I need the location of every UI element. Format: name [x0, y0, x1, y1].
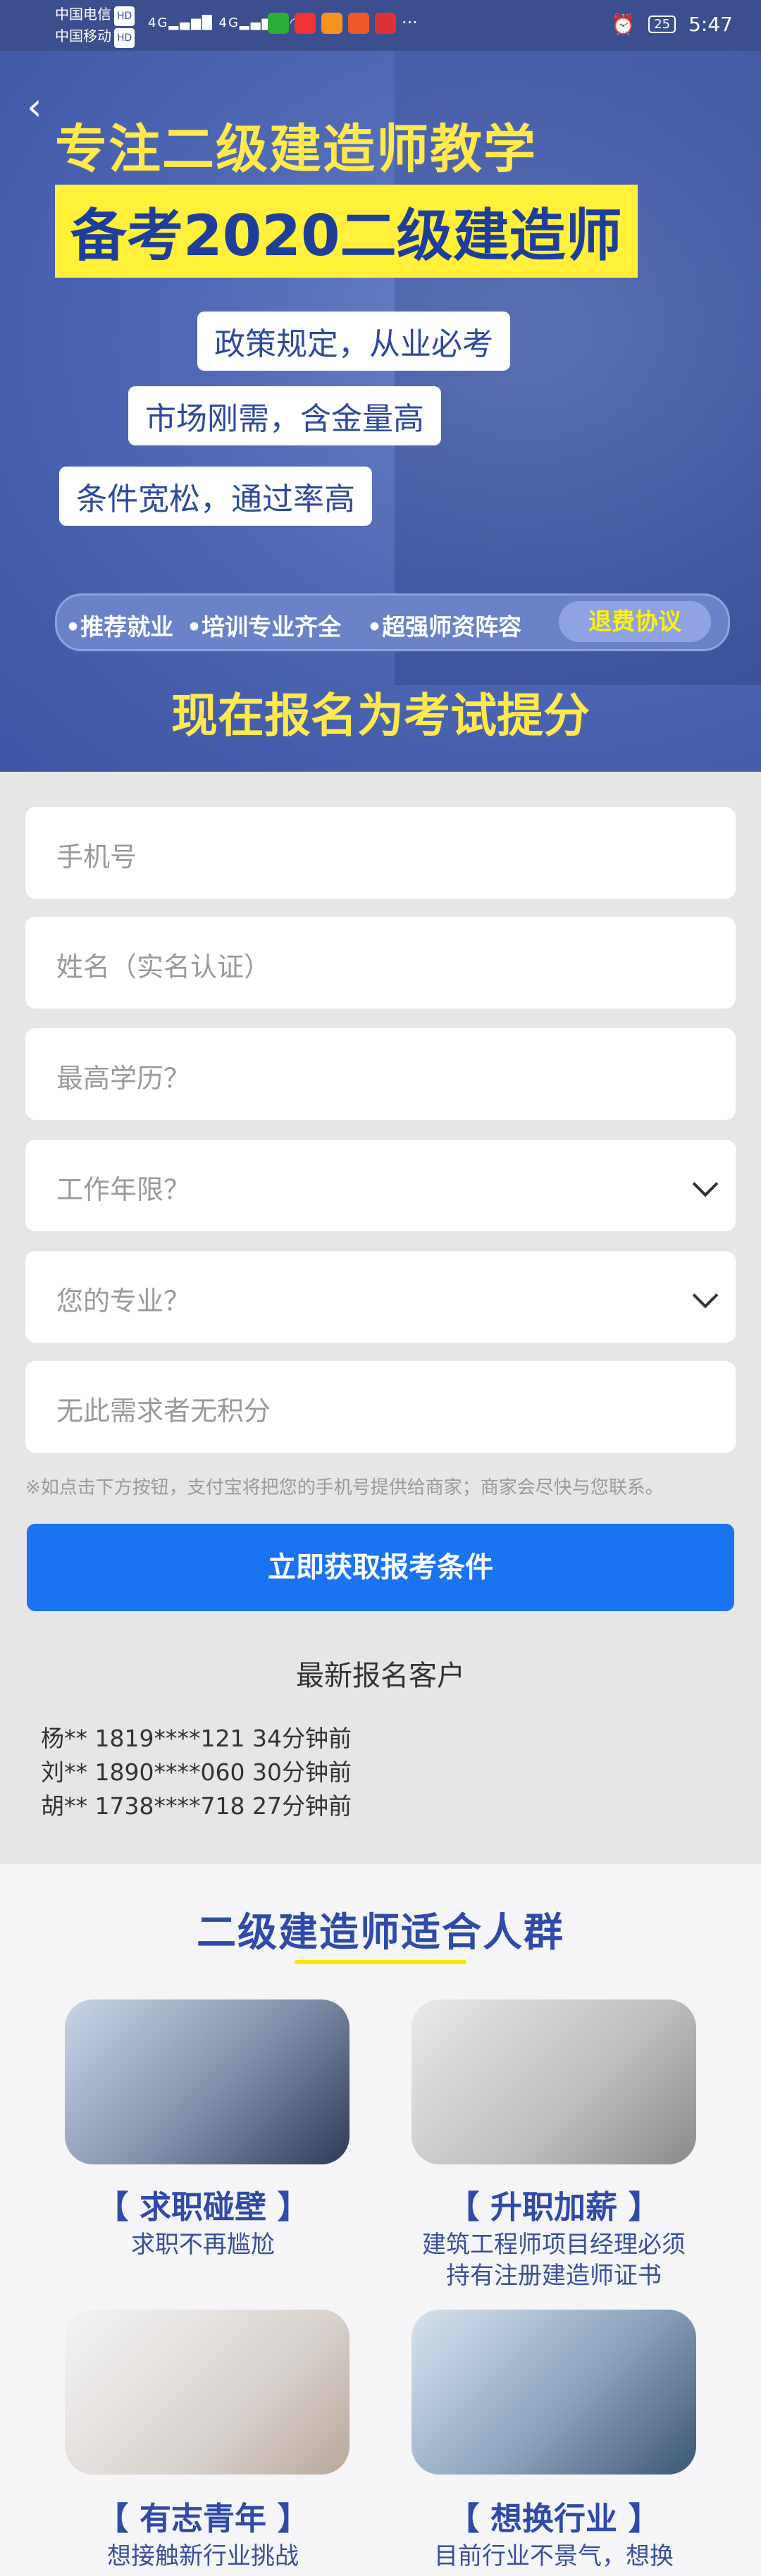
alarm-icon: ⏰: [611, 13, 636, 36]
name-field[interactable]: 姓名（实名认证）: [25, 917, 736, 1009]
education-field[interactable]: 最高学历？: [25, 1028, 736, 1120]
card-title: 【 升职加薪 】: [447, 2188, 660, 2226]
remark-field[interactable]: 无此需求者无积分: [25, 1361, 736, 1453]
work-years-select[interactable]: 工作年限？: [25, 1140, 736, 1231]
tag-condition: 条件宽松，通过率高: [59, 467, 372, 526]
recent-signup-item: 刘** 1890****060 30分钟前: [41, 1758, 352, 1786]
audience-section: 二级建造师适合人群 【 求职碰壁 】 求职不再尴尬 【 升职加薪 】 建筑工程师…: [0, 1864, 761, 2576]
feature-item: •超强师资阵容: [367, 613, 522, 641]
recent-signup-item: 胡** 1738****718 27分钟前: [41, 1792, 352, 1820]
tag-policy: 政策规定，从业必考: [197, 312, 510, 371]
title-underline: [295, 1960, 466, 1964]
signup-form: 手机号 姓名（实名认证） 最高学历？ 工作年限？ 您的专业？ 无此需求者无积分 …: [0, 772, 761, 1864]
hero-banner: ‹ 专注二级建造师教学 备考2020二级建造师 政策规定，从业必考 市场刚需，含…: [0, 51, 761, 772]
book-icon: [375, 13, 396, 34]
card-description: 想接触新行业挑战: [107, 2542, 299, 2570]
card-title: 【 求职碰壁 】: [97, 2188, 309, 2226]
more-icon: ···: [402, 13, 418, 32]
card-description: 建筑工程师项目经理必须 持有注册建造师证书: [422, 2231, 686, 2290]
refund-agreement-button[interactable]: 退费协议: [559, 601, 711, 642]
chevron-down-icon: [692, 1282, 719, 1309]
banner-title: 专注二级建造师教学: [55, 119, 537, 180]
carrier-info: 中国电信 HD 中国移动 HD: [55, 4, 135, 48]
card-description: 求职不再尴尬: [131, 2231, 275, 2259]
battery-icon: 25: [648, 16, 676, 33]
notification-icons: ···: [268, 13, 418, 34]
feature-item: •培训专业齐全: [187, 613, 342, 641]
promotion-image: [412, 1999, 696, 2164]
career-change-image: [412, 2310, 696, 2475]
major-select[interactable]: 您的专业？: [25, 1251, 736, 1343]
chevron-down-icon: [692, 1171, 719, 1197]
wechat-icon: [268, 13, 289, 34]
banner-cta-text: 现在报名为考试提分: [171, 689, 590, 743]
feature-bar: •推荐就业 •培训专业齐全 •超强师资阵容 退费协议: [55, 593, 730, 651]
card-description: 目前行业不景气，想换: [434, 2542, 674, 2570]
back-icon[interactable]: ‹: [27, 85, 42, 129]
card-title: 【 有志青年 】: [97, 2500, 309, 2537]
phone-field[interactable]: 手机号: [25, 807, 736, 899]
recent-signup-item: 杨** 1819****121 34分钟前: [41, 1725, 352, 1752]
tag-market: 市场刚需，含金量高: [128, 386, 441, 445]
section-title: 二级建造师适合人群: [197, 1910, 564, 1956]
card-title: 【 想换行业 】: [447, 2500, 660, 2537]
clock: 5:47: [688, 13, 733, 36]
app-icon: [295, 13, 316, 34]
video-icon: [321, 13, 342, 34]
job-seeker-image: [65, 1999, 349, 2164]
reader-icon: [348, 13, 369, 34]
submit-button[interactable]: 立即获取报考条件: [27, 1524, 734, 1611]
young-professional-image: [65, 2310, 349, 2475]
feature-item: •推荐就业: [66, 613, 174, 641]
status-bar: 中国电信HD 中国移动HD 4G▂▄▆█ 4G▂▄▆█ ◠ ··· ⏰ 25 5…: [0, 0, 761, 51]
privacy-notice: ※如点击下方按钮，支付宝将把您的手机号提供给商家；商家会尽快与您联系。: [25, 1477, 664, 1498]
latest-signups-title: 最新报名客户: [296, 1660, 465, 1692]
banner-subtitle: 备考2020二级建造师: [55, 185, 638, 278]
